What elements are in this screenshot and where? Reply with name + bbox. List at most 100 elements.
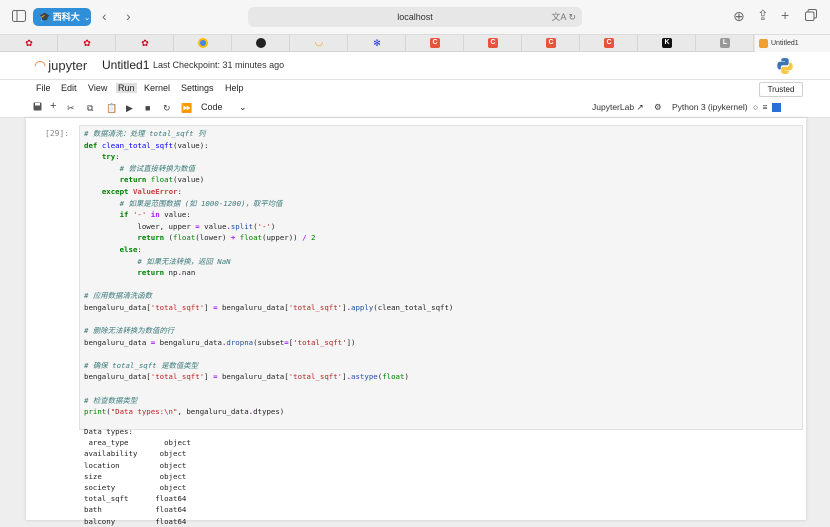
active-tab-title: Untitled1 <box>771 40 799 47</box>
tab-arc[interactable]: ◡ <box>290 35 348 52</box>
code-line: # 如果是范围数据 (如 1000-1200)，取平均值 <box>119 198 283 208</box>
code-line: try: <box>101 152 120 162</box>
tab-github[interactable] <box>232 35 290 52</box>
code-line: # 应用数据清洗函数 <box>84 291 153 301</box>
code-line: # 删除无法转换为数值的行 <box>84 326 175 336</box>
last-checkpoint: Last Checkpoint: 31 minutes ago <box>153 60 285 70</box>
list-icon[interactable]: ≡ <box>762 102 767 112</box>
add-cell-icon[interactable]: + <box>50 100 56 112</box>
menu-help[interactable]: Help <box>225 83 244 93</box>
python-logo-icon <box>776 57 794 75</box>
share-icon[interactable]: ⇪ <box>757 8 769 22</box>
huawei-icon: ✿ <box>25 38 33 48</box>
c-icon: C <box>604 38 614 48</box>
menu-edit[interactable]: Edit <box>61 83 77 93</box>
tab-c-4[interactable]: C <box>580 35 638 52</box>
output-line: Data types: <box>84 427 133 436</box>
tab-overview-icon[interactable] <box>805 9 817 23</box>
code-line: # 确保 total_sqft 是数值类型 <box>84 360 199 370</box>
huawei-icon: ✿ <box>83 38 91 48</box>
tab-l[interactable]: L <box>696 35 754 52</box>
jupyter-logo-icon: ◠ <box>34 57 47 73</box>
address-bar[interactable]: localhost 文A ↻ <box>248 7 582 27</box>
cut-icon[interactable]: ✂ <box>67 102 75 114</box>
download-icon[interactable]: ⊕ <box>733 9 745 23</box>
tab-huawei-3[interactable]: ✿ <box>116 35 174 52</box>
tab-chrome[interactable] <box>174 35 232 52</box>
output-line: bath float64 <box>84 505 187 515</box>
menu-kernel[interactable]: Kernel <box>144 83 170 93</box>
graduation-cap-icon: 🎓 <box>39 12 51 22</box>
gear-icon[interactable]: ⚙ <box>654 102 662 112</box>
output-line: availability object <box>84 449 187 459</box>
url-text: localhost <box>397 12 433 22</box>
code-line: if '-' in value: <box>119 210 191 220</box>
sidebar-toggle-icon[interactable] <box>12 10 26 24</box>
browser-toolbar: 🎓 西科大 ⌄ ‹ › localhost 文A ↻ ⊕ ⇪ + <box>0 0 830 34</box>
c-icon: C <box>430 38 440 48</box>
restart-icon[interactable]: ↻ <box>163 102 171 114</box>
code-line: bengaluru_data = bengaluru_data.dropna(s… <box>84 337 356 347</box>
tab-c-1[interactable]: C <box>406 35 464 52</box>
cell-prompt: [29]: <box>45 129 70 138</box>
menu-bar: File Edit View Run Kernel Settings Help … <box>0 80 830 98</box>
code-line: else: <box>119 244 142 254</box>
external-link-icon: ↗ <box>636 102 644 112</box>
code-line: # 尝试直接转换为数值 <box>119 163 196 173</box>
tab-c-2[interactable]: C <box>464 35 522 52</box>
k-icon: K <box>662 38 672 48</box>
back-icon[interactable]: ‹ <box>102 9 107 23</box>
tab-baidu[interactable]: ✻ <box>348 35 406 52</box>
profile-button[interactable]: 🎓 西科大 ⌄ <box>33 8 91 26</box>
chevron-down-icon: ⌄ <box>84 15 91 22</box>
tab-huawei-2[interactable]: ✿ <box>58 35 116 52</box>
output-line: size object <box>84 471 187 481</box>
forward-icon[interactable]: › <box>126 9 131 23</box>
cell-output: Data types: area_type object availabilit… <box>84 426 191 527</box>
tab-untitled1[interactable]: Untitled1 <box>755 35 830 52</box>
restart-run-all-icon[interactable]: ⏩ <box>181 102 192 114</box>
code-line: bengaluru_data['total_sqft'] = bengaluru… <box>84 372 409 382</box>
chrome-icon <box>198 38 208 48</box>
jupyter-logo-text: jupyter <box>48 58 88 73</box>
huawei-icon: ✿ <box>141 38 149 48</box>
kernel-name-label: Python 3 (ipykernel) <box>672 102 748 112</box>
tab-c-3[interactable]: C <box>522 35 580 52</box>
c-icon: C <box>488 38 498 48</box>
jupyterlab-link[interactable]: JupyterLab ↗ ⚙ <box>592 102 662 113</box>
save-icon[interactable] <box>33 102 42 114</box>
copy-icon[interactable]: ⧉ <box>87 102 93 114</box>
code-line: def clean_total_sqft(value): <box>84 140 209 150</box>
translate-icon[interactable]: 文A <box>551 12 566 22</box>
run-icon[interactable]: ▶ <box>126 102 133 114</box>
stop-icon[interactable]: ■ <box>145 102 150 114</box>
kernel-indicator[interactable]: Python 3 (ipykernel) ○ ≡ <box>672 102 781 113</box>
github-icon <box>256 38 266 48</box>
notebook-title[interactable]: Untitled1 <box>102 58 149 72</box>
cell-type-select[interactable]: Code ⌄ <box>201 102 247 113</box>
tab-k[interactable]: K <box>638 35 696 52</box>
menu-run[interactable]: Run <box>116 83 137 93</box>
code-line: return np.nan <box>137 268 196 278</box>
trusted-indicator[interactable]: Trusted <box>759 82 803 97</box>
notebook-area[interactable]: [29]: # 数据清洗：处理 total_sqft 列 def clean_t… <box>0 118 830 526</box>
profile-label: 西科大 <box>52 12 80 22</box>
menu-file[interactable]: File <box>36 83 51 93</box>
baidu-icon: ✻ <box>373 38 381 48</box>
reload-icon[interactable]: ↻ <box>568 12 576 22</box>
jupyterlab-label: JupyterLab <box>592 102 635 112</box>
code-line: bengaluru_data['total_sqft'] = bengaluru… <box>84 302 454 312</box>
arc-icon: ◡ <box>315 37 323 48</box>
toc-icon[interactable] <box>771 103 781 113</box>
new-tab-icon[interactable]: + <box>781 8 789 22</box>
kernel-status-icon: ○ <box>752 102 759 112</box>
output-line: location object <box>84 460 187 470</box>
tab-huawei-1[interactable]: ✿ <box>0 35 58 52</box>
jupyter-logo[interactable]: ◠ jupyter <box>34 57 87 74</box>
paste-icon[interactable]: 📋 <box>106 102 117 114</box>
code-editor[interactable]: # 数据清洗：处理 total_sqft 列 def clean_total_s… <box>84 128 453 418</box>
code-line: lower, upper = value.split('-') <box>84 221 276 231</box>
menu-view[interactable]: View <box>88 83 107 93</box>
code-line: print("Data types:\n", bengaluru_data.dt… <box>84 407 285 417</box>
menu-settings[interactable]: Settings <box>181 83 214 93</box>
